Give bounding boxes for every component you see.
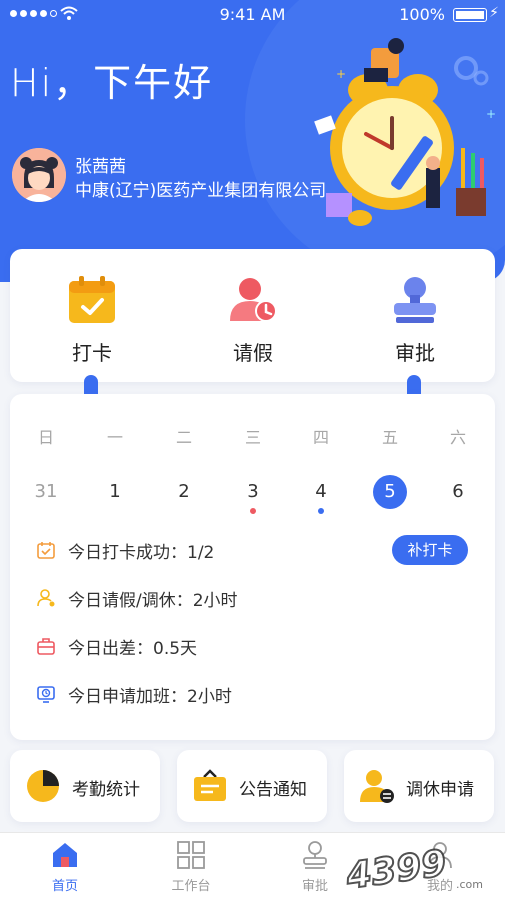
stamp-icon xyxy=(394,277,436,323)
stat-checkin-text: 今日打卡成功：1/2 xyxy=(68,542,215,563)
tab-workbench[interactable]: 工作台 xyxy=(146,839,236,894)
selected-date-label: 5 xyxy=(373,475,407,509)
leave-label: 请假 xyxy=(233,341,273,365)
charging-icon: ⚡ xyxy=(489,5,499,21)
checkin-action[interactable]: 打卡 xyxy=(37,275,147,366)
briefcase-icon xyxy=(37,638,55,655)
grid-icon xyxy=(177,841,205,869)
tab-home[interactable]: 首页 xyxy=(20,839,110,894)
date-mark-red xyxy=(250,508,256,514)
status-bar: 9:41 AM 100% ⚡ xyxy=(0,0,505,30)
person-swap-icon xyxy=(360,770,394,803)
tab-home-label: 首页 xyxy=(51,879,78,894)
quick-actions-card: 打卡 请假 审批 xyxy=(10,249,495,382)
weekday-sat: 六 xyxy=(449,428,466,447)
date-cell[interactable]: 31 xyxy=(26,475,66,509)
weekday-wed: 三 xyxy=(244,428,261,447)
attendance-calendar-card: 日 一 二 三 四 五 六 31 1 2 3 4 5 6 今日打卡成功：1/2 … xyxy=(10,394,495,740)
approval-action[interactable]: 审批 xyxy=(360,275,470,366)
stat-checkin: 今日打卡成功：1/2 xyxy=(36,538,215,563)
time-off-label: 调休申请 xyxy=(406,780,474,800)
leave-action[interactable]: 请假 xyxy=(198,275,308,366)
approval-label: 审批 xyxy=(395,341,435,365)
person-clock-small-icon xyxy=(37,589,55,607)
user-company: 中康(辽宁)医药产业集团有限公司 xyxy=(75,181,327,201)
notice-label: 公告通知 xyxy=(239,780,307,800)
avatar-face-icon xyxy=(12,148,66,202)
date-cell[interactable]: 4 xyxy=(301,475,341,509)
supplement-checkin-button[interactable]: 补打卡 xyxy=(392,535,468,565)
date-mark-blue xyxy=(318,508,324,514)
pie-chart-icon xyxy=(27,770,59,802)
calendar-check-icon xyxy=(69,276,115,323)
monitor-clock-icon xyxy=(37,686,55,703)
date-cell-selected[interactable]: 5 xyxy=(370,475,410,509)
site-watermark-logo: 4399 .com xyxy=(342,842,483,894)
stat-trip-text: 今日出差：0.5天 xyxy=(68,638,198,659)
date-cell[interactable]: 2 xyxy=(164,475,204,509)
notice-card[interactable]: 公告通知 xyxy=(177,750,327,822)
stat-overtime: 今日申请加班：2小时 xyxy=(36,682,232,707)
time-off-card[interactable]: 调休申请 xyxy=(344,750,494,822)
attendance-stats-label: 考勤统计 xyxy=(72,780,140,800)
weekday-fri: 五 xyxy=(381,428,398,447)
weekday-sun: 日 xyxy=(37,428,54,447)
battery-icon xyxy=(453,8,487,22)
greeting-title: Hi，下午好 xyxy=(10,61,214,105)
tab-workbench-label: 工作台 xyxy=(171,879,211,894)
weekday-mon: 一 xyxy=(106,428,123,447)
home-icon xyxy=(53,843,77,867)
date-cell[interactable]: 3 xyxy=(233,475,273,509)
date-cell[interactable]: 1 xyxy=(95,475,135,509)
hero-banner: 9:41 AM 100% ⚡ Hi，下午好 张茜茜 中康(辽宁)医药产业集团有限… xyxy=(0,0,505,282)
svg-text:+: + xyxy=(336,67,346,81)
avatar[interactable] xyxy=(12,148,66,202)
stat-leave: 今日请假/调休：2小时 xyxy=(36,586,238,611)
attendance-stats-card[interactable]: 考勤统计 xyxy=(10,750,160,822)
battery-percent: 100% xyxy=(399,5,445,24)
svg-text:.com: .com xyxy=(456,878,483,891)
weekday-tue: 二 xyxy=(175,428,192,447)
date-cell[interactable]: 6 xyxy=(438,475,478,509)
stamp-icon xyxy=(303,841,327,869)
calendar-check-small-icon xyxy=(37,542,55,559)
weekday-thu: 四 xyxy=(312,428,329,447)
user-name: 张茜茜 xyxy=(75,157,126,177)
briefcase-notice-icon xyxy=(194,769,226,801)
checkin-label: 打卡 xyxy=(72,341,112,365)
stat-leave-text: 今日请假/调休：2小时 xyxy=(68,590,238,611)
stat-trip: 今日出差：0.5天 xyxy=(36,634,198,659)
person-clock-icon xyxy=(230,278,277,322)
stat-overtime-text: 今日申请加班：2小时 xyxy=(68,686,232,707)
svg-text:4399: 4399 xyxy=(343,843,449,894)
svg-text:+: + xyxy=(486,107,496,121)
alarm-clock-illustration: + + xyxy=(314,38,496,226)
